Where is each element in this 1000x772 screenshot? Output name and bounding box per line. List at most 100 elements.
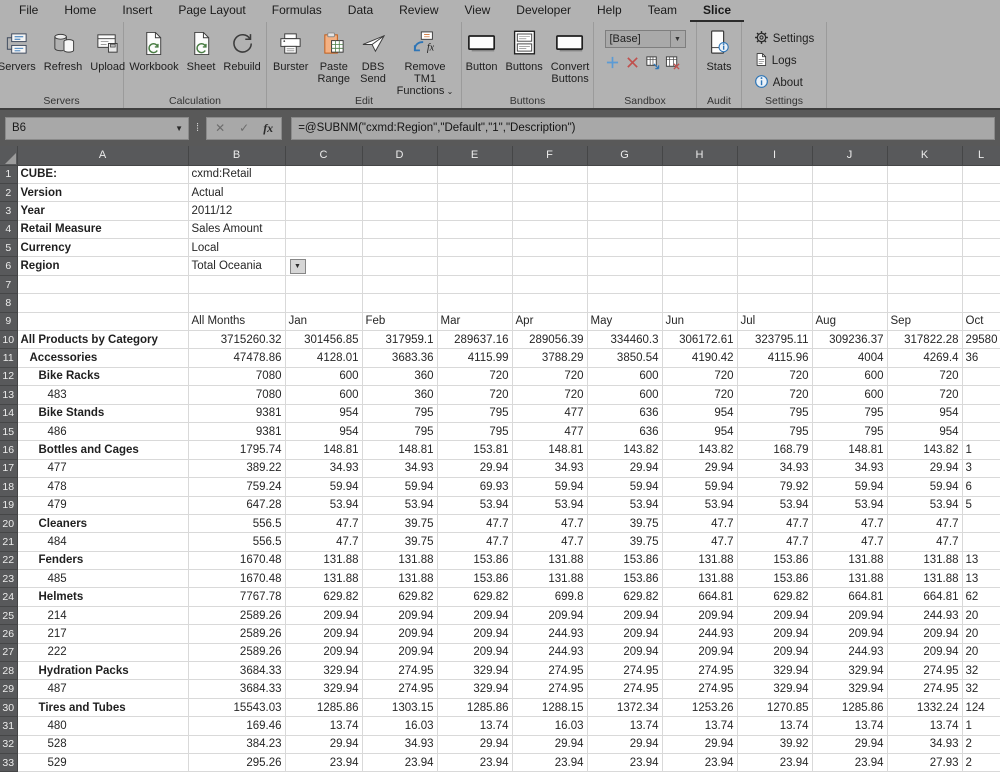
cell-B17[interactable]: 389.22 — [188, 459, 286, 479]
discard-sandbox-icon[interactable] — [665, 54, 681, 70]
cell-I14[interactable]: 795 — [737, 404, 813, 423]
cell-F29[interactable]: 274.95 — [512, 679, 588, 699]
cell-L18[interactable]: 6 — [962, 477, 1000, 497]
cell-G27[interactable]: 209.94 — [587, 643, 663, 663]
cell-C8[interactable] — [285, 293, 363, 313]
cell-I24[interactable]: 629.82 — [737, 587, 813, 607]
menu-tab-home[interactable]: Home — [51, 0, 109, 22]
column-header-D[interactable]: D — [362, 146, 438, 166]
cell-L16[interactable]: 1 — [962, 440, 1000, 460]
paste-range-button[interactable]: Paste Range — [313, 25, 354, 86]
cell-C33[interactable]: 23.94 — [285, 753, 363, 772]
cell-C26[interactable]: 209.94 — [285, 624, 363, 644]
cell-K18[interactable]: 59.94 — [887, 477, 963, 497]
cell-B16[interactable]: 1795.74 — [188, 440, 286, 460]
cell-C14[interactable]: 954 — [285, 404, 363, 423]
cell-H20[interactable]: 47.7 — [662, 514, 738, 534]
cell-I26[interactable]: 209.94 — [737, 624, 813, 644]
cell-E31[interactable]: 13.74 — [437, 716, 513, 736]
cell-I8[interactable] — [737, 293, 813, 313]
cell-F31[interactable]: 16.03 — [512, 716, 588, 736]
cell-C17[interactable]: 34.93 — [285, 459, 363, 479]
sheet-button[interactable]: Sheet — [184, 25, 219, 74]
cell-J33[interactable]: 23.94 — [812, 753, 888, 772]
cell-H16[interactable]: 143.82 — [662, 440, 738, 460]
cell-C21[interactable]: 47.7 — [285, 532, 363, 552]
cell-E4[interactable] — [437, 220, 513, 240]
cell-F26[interactable]: 244.93 — [512, 624, 588, 644]
cell-E5[interactable] — [437, 238, 513, 258]
cell-E28[interactable]: 329.94 — [437, 661, 513, 681]
cell-C12[interactable]: 600 — [285, 367, 363, 387]
row-header-6[interactable]: 6 — [0, 256, 18, 276]
cell-E3[interactable] — [437, 201, 513, 221]
cell-E12[interactable]: 720 — [437, 367, 513, 387]
cell-L5[interactable] — [962, 238, 1000, 258]
column-header-H[interactable]: H — [662, 146, 738, 166]
cell-K29[interactable]: 274.95 — [887, 679, 963, 699]
column-header-B[interactable]: B — [188, 146, 286, 166]
cell-B22[interactable]: 1670.48 — [188, 551, 286, 571]
cell-F17[interactable]: 34.93 — [512, 459, 588, 479]
cell-D10[interactable]: 317959.1 — [362, 330, 438, 350]
formula-bar-grip[interactable]: ⁞ — [196, 123, 199, 134]
about-button[interactable]: About — [750, 73, 819, 93]
cell-D27[interactable]: 209.94 — [362, 643, 438, 663]
cell-G12[interactable]: 600 — [587, 367, 663, 387]
cell-I4[interactable] — [737, 220, 813, 240]
cell-J28[interactable]: 329.94 — [812, 661, 888, 681]
cell-K26[interactable]: 209.94 — [887, 624, 963, 644]
cell-H30[interactable]: 1253.26 — [662, 698, 738, 718]
cell-D5[interactable] — [362, 238, 438, 258]
cell-C22[interactable]: 131.88 — [285, 551, 363, 571]
menu-tab-review[interactable]: Review — [386, 0, 451, 22]
cell-K12[interactable]: 720 — [887, 367, 963, 387]
enter-icon[interactable]: ✓ — [239, 121, 249, 135]
cell-L25[interactable]: 20 — [962, 606, 1000, 626]
cell-K17[interactable]: 29.94 — [887, 459, 963, 479]
cell-D30[interactable]: 1303.15 — [362, 698, 438, 718]
cell-A17[interactable]: 477 — [17, 459, 189, 479]
cell-D17[interactable]: 34.93 — [362, 459, 438, 479]
cell-B18[interactable]: 759.24 — [188, 477, 286, 497]
cell-I18[interactable]: 79.92 — [737, 477, 813, 497]
cell-E9[interactable]: Mar — [437, 312, 513, 332]
cell-K3[interactable] — [887, 201, 963, 221]
cell-H14[interactable]: 954 — [662, 404, 738, 423]
cell-B5[interactable]: Local — [188, 238, 286, 258]
cell-A12[interactable]: Bike Racks — [17, 367, 189, 387]
cell-J11[interactable]: 4004 — [812, 348, 888, 368]
select-all-corner[interactable] — [0, 146, 18, 166]
cell-G7[interactable] — [587, 275, 663, 295]
cell-J29[interactable]: 329.94 — [812, 679, 888, 699]
cell-E11[interactable]: 4115.99 — [437, 348, 513, 368]
cell-D22[interactable]: 131.88 — [362, 551, 438, 571]
cell-G22[interactable]: 153.86 — [587, 551, 663, 571]
cell-H22[interactable]: 131.88 — [662, 551, 738, 571]
column-header-A[interactable]: A — [17, 146, 189, 166]
insert-function-icon[interactable]: fx — [263, 121, 273, 136]
cell-J13[interactable]: 600 — [812, 385, 888, 405]
cell-J27[interactable]: 244.93 — [812, 643, 888, 663]
cell-G21[interactable]: 39.75 — [587, 532, 663, 552]
cell-F16[interactable]: 148.81 — [512, 440, 588, 460]
cell-E32[interactable]: 29.94 — [437, 735, 513, 755]
row-header-10[interactable]: 10 — [0, 330, 18, 350]
cell-L22[interactable]: 13 — [962, 551, 1000, 571]
cell-I11[interactable]: 4115.96 — [737, 348, 813, 368]
cell-K23[interactable]: 131.88 — [887, 569, 963, 589]
row-header-4[interactable]: 4 — [0, 220, 18, 240]
cell-H31[interactable]: 13.74 — [662, 716, 738, 736]
cell-L28[interactable]: 32 — [962, 661, 1000, 681]
row-header-7[interactable]: 7 — [0, 275, 18, 295]
delete-icon[interactable] — [625, 54, 641, 70]
cell-I27[interactable]: 209.94 — [737, 643, 813, 663]
cell-A27[interactable]: 222 — [17, 643, 189, 663]
menu-tab-view[interactable]: View — [452, 0, 504, 22]
cell-F1[interactable] — [512, 165, 588, 184]
cell-J1[interactable] — [812, 165, 888, 184]
cell-D4[interactable] — [362, 220, 438, 240]
menu-tab-page-layout[interactable]: Page Layout — [165, 0, 258, 22]
cell-K6[interactable] — [887, 256, 963, 276]
cell-E26[interactable]: 209.94 — [437, 624, 513, 644]
